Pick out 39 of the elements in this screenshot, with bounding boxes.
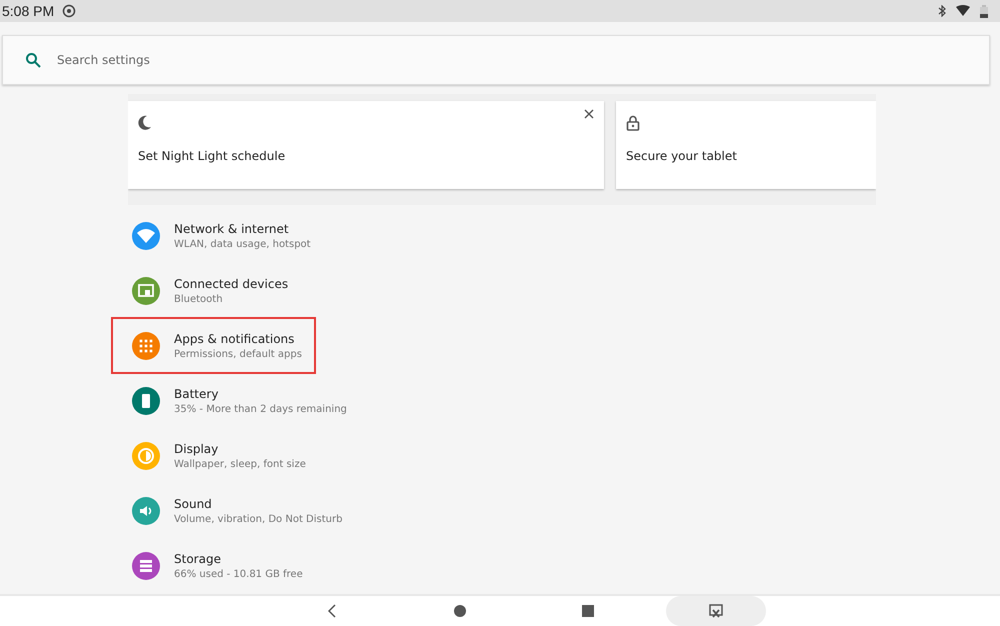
item-subtitle: Wallpaper, sleep, font size (174, 458, 306, 470)
settings-item[interactable]: Battery 35% - More than 2 days remaining (111, 372, 361, 429)
screenshot-button[interactable] (666, 596, 766, 626)
item-title: Sound (174, 496, 213, 510)
item-subtitle: Bluetooth (174, 294, 224, 304)
item-title: Battery (174, 386, 220, 400)
home-icon (454, 605, 466, 617)
item-subtitle: 35% - More than 2 days remaining (174, 404, 347, 414)
status-time: 5:08 PM (2, 3, 54, 19)
square-icon (582, 605, 594, 617)
settings-item[interactable]: Network & internet WLAN, data usage, hotspot (111, 207, 325, 264)
bluetooth-icon (938, 5, 946, 17)
item-title: Storage (174, 552, 222, 566)
settings-item[interactable]: Apps & notifications Permissions, default apps (111, 317, 316, 374)
wifi-icon (954, 5, 972, 17)
suggestion-card[interactable]: Secure your tablet (616, 101, 876, 189)
back-icon (328, 604, 336, 618)
battery-icon (980, 4, 988, 18)
item-subtitle: 66% used - 10.81 GB free (174, 568, 303, 580)
item-subtitle: Permissions, default apps (174, 348, 302, 360)
item-title: Apps & notifications (174, 332, 296, 346)
suggestion-title: Secure your tablet (626, 149, 737, 163)
settings-item[interactable]: Sound Volume, vibration, Do Not Disturb (111, 482, 356, 539)
lock-icon (626, 115, 640, 131)
settings-item[interactable]: Display Wallpaper, sleep, font size (111, 427, 320, 484)
search-field[interactable]: Search settings (55, 52, 459, 68)
screenshot-icon (709, 604, 723, 618)
search-icon (25, 52, 41, 68)
settings-item[interactable]: Storage 66% used - 10.81 GB free (111, 537, 317, 594)
item-subtitle: Volume, vibration, Do Not Disturb (174, 514, 342, 524)
close-button[interactable] (584, 109, 596, 121)
item-title: Connected devices (174, 276, 288, 290)
item-title: Network & internet (174, 222, 290, 236)
suggestion-title: Set Night Light schedule (138, 149, 286, 163)
moon-icon (138, 115, 152, 131)
suggestion-card[interactable]: Set Night Light schedule (128, 101, 604, 189)
settings-item[interactable]: Connected devices Bluetooth (111, 262, 315, 319)
item-title: Display (174, 442, 220, 456)
item-subtitle: WLAN, data usage, hotspot (174, 238, 311, 250)
